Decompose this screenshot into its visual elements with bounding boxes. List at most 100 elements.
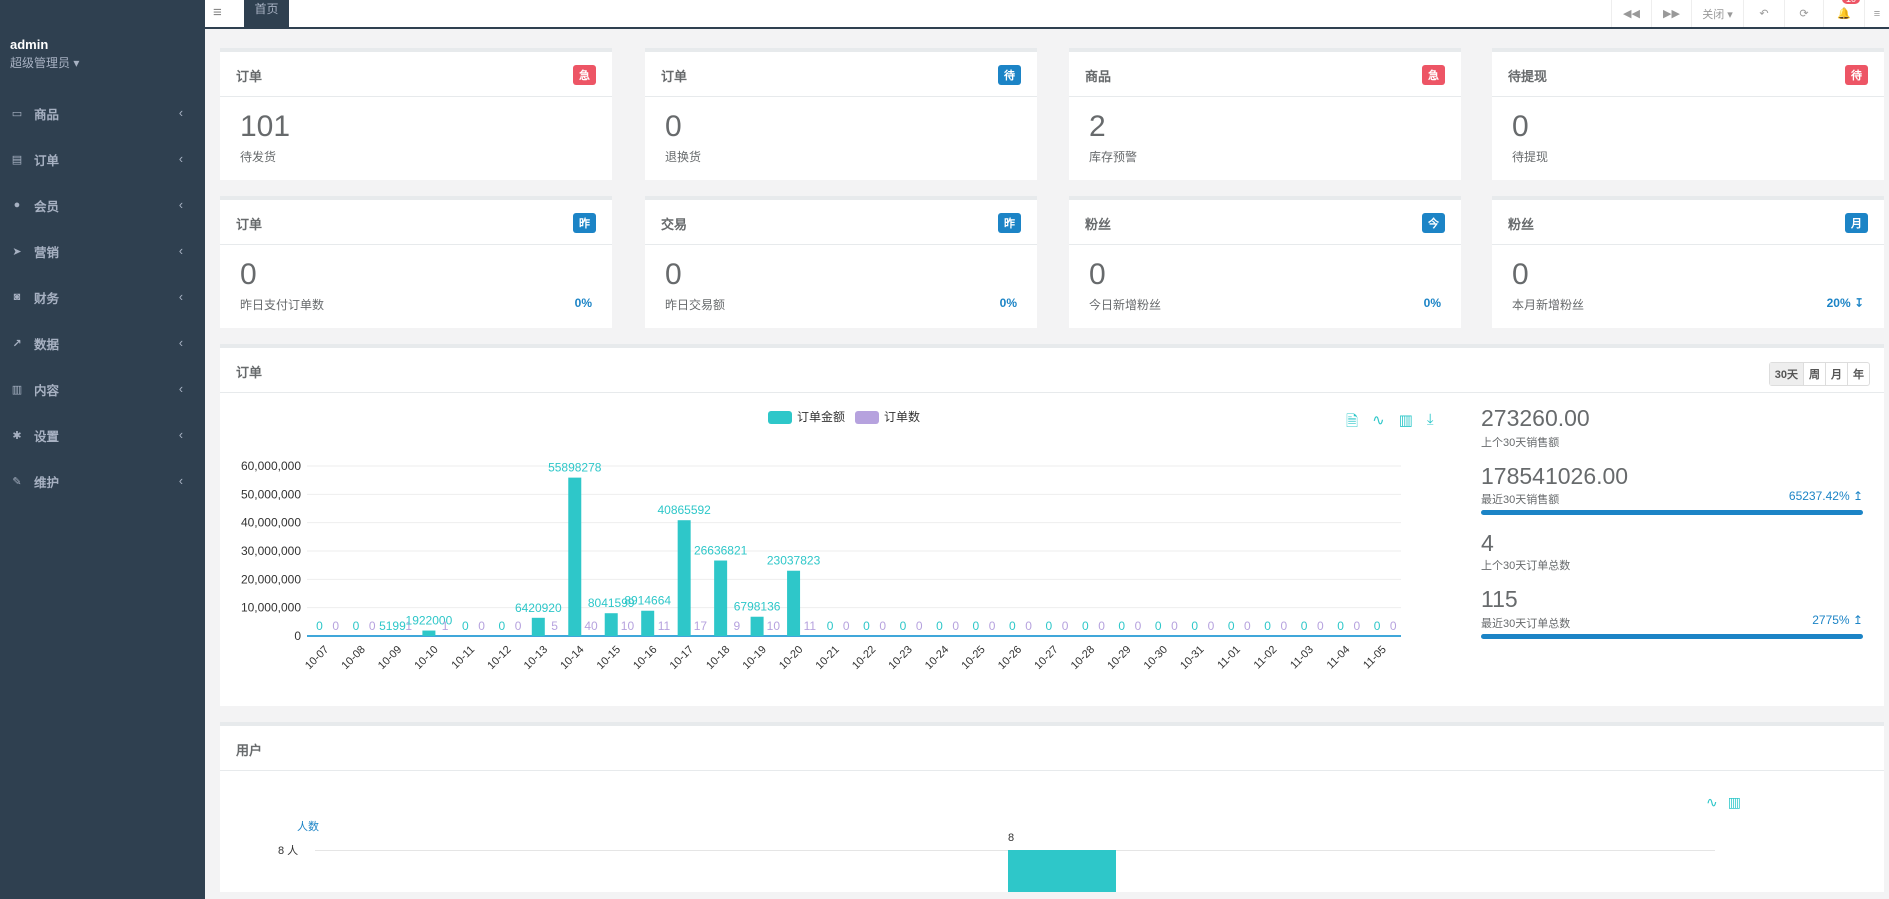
users-bar-chart-icon[interactable]: ▥	[1728, 794, 1741, 811]
prev-30d-sales: 273260.00	[1481, 405, 1590, 431]
x-tick-label: 10-12	[485, 644, 513, 672]
legend-count: 订单数	[884, 409, 920, 424]
amount-data-label: 0	[1082, 619, 1089, 633]
x-tick-label: 10-13	[522, 644, 550, 672]
count-data-label: 40	[584, 619, 598, 633]
recent-30d-orders: 115	[1481, 586, 1518, 612]
count-data-label: 0	[1208, 619, 1215, 633]
users-panel: 用户 人数 8 人 8 ∿ ▥	[220, 722, 1884, 892]
sales-growth-pct: 65237.42% ↥	[1788, 489, 1863, 503]
amount-bar	[604, 613, 618, 636]
y-tick-label: 20,000,000	[241, 572, 301, 586]
amount-data-label: 0	[1155, 619, 1162, 633]
amount-bar	[677, 520, 691, 636]
count-data-label: 10	[621, 619, 635, 633]
line-chart-toggle-icon[interactable]: ∿	[1372, 411, 1385, 436]
bar-chart-toggle-icon[interactable]: ▥	[1399, 411, 1413, 436]
x-tick-label: 10-08	[339, 644, 367, 672]
amount-data-label: 55898278	[548, 461, 602, 475]
x-tick-label: 10-19	[741, 644, 769, 672]
x-tick-label: 11-03	[1288, 644, 1316, 672]
count-data-label: 17	[694, 619, 708, 633]
count-data-label: 11	[804, 619, 817, 633]
count-data-label: 0	[332, 619, 339, 633]
amount-data-label: 0	[1374, 619, 1381, 633]
amount-data-label: 0	[316, 619, 323, 633]
count-data-label: 0	[1135, 619, 1142, 633]
legend-swatch-amount	[768, 411, 792, 424]
amount-data-label: 0	[1191, 619, 1198, 633]
y-tick-label: 40,000,000	[241, 516, 301, 530]
count-data-label: 0	[879, 619, 886, 633]
users-line-chart-icon[interactable]: ∿	[1706, 794, 1718, 811]
prev-30d-orders-label: 上个30天订单总数	[1481, 560, 1571, 572]
users-y-axis-label: 人数	[297, 821, 319, 833]
sales-progress-bar	[1481, 510, 1863, 515]
x-tick-label: 10-22	[850, 644, 878, 672]
prev-30d-sales-label: 上个30天销售额	[1481, 437, 1560, 449]
count-data-label: 0	[1353, 619, 1360, 633]
amount-data-label: 26636821	[694, 544, 748, 558]
count-data-label: 0	[843, 619, 850, 633]
count-data-label: 0	[952, 619, 959, 633]
x-tick-label: 11-01	[1215, 644, 1243, 672]
amount-data-label: 40865592	[657, 503, 711, 517]
amount-data-label: 6420920	[515, 601, 562, 615]
amount-data-label: 0	[863, 619, 870, 633]
amount-data-label: 0	[1301, 619, 1308, 633]
x-tick-label: 10-29	[1105, 644, 1133, 672]
recent-30d-sales: 178541026.00	[1481, 463, 1629, 489]
amount-data-label: 0	[827, 619, 834, 633]
count-data-label: 0	[916, 619, 923, 633]
x-tick-label: 10-17	[668, 644, 696, 672]
amount-bar	[750, 616, 764, 636]
amount-data-label: 0	[462, 619, 469, 633]
x-tick-label: 10-28	[1069, 644, 1097, 672]
amount-data-label: 0	[498, 619, 505, 633]
count-data-label: 5	[551, 619, 558, 633]
count-data-label: 0	[989, 619, 996, 633]
x-tick-label: 11-05	[1361, 644, 1389, 672]
x-tick-label: 10-20	[777, 644, 805, 672]
users-bar-label: 8	[1008, 832, 1015, 844]
y-tick-label: 30,000,000	[241, 544, 301, 558]
y-tick-label: 50,000,000	[241, 487, 301, 501]
y-tick-label: 60,000,000	[241, 459, 301, 473]
y-tick-label: 0	[294, 629, 301, 643]
count-data-label: 0	[1062, 619, 1069, 633]
count-data-label: 9	[734, 619, 741, 633]
x-tick-label: 10-18	[704, 644, 732, 672]
recent-30d-sales-label: 最近30天销售额	[1481, 494, 1560, 506]
data-view-icon[interactable]: 🗎	[1346, 411, 1358, 436]
count-data-label: 1	[442, 619, 449, 633]
count-data-label: 11	[658, 619, 671, 633]
amount-data-label: 5199	[379, 619, 406, 633]
orders-progress-bar	[1481, 634, 1863, 639]
legend-swatch-count	[855, 411, 879, 424]
amount-bar	[714, 560, 728, 636]
recent-30d-orders-label: 最近30天订单总数	[1481, 618, 1571, 630]
x-tick-label: 11-04	[1325, 644, 1353, 672]
amount-bar	[787, 570, 801, 636]
amount-bar	[641, 610, 655, 636]
amount-data-label: 0	[973, 619, 980, 633]
x-tick-label: 10-25	[959, 644, 987, 672]
save-image-icon[interactable]: ⤓	[1427, 411, 1434, 436]
amount-bar	[422, 630, 436, 636]
x-tick-label: 11-02	[1252, 644, 1280, 672]
prev-30d-orders: 4	[1481, 530, 1494, 556]
x-tick-label: 10-26	[996, 644, 1024, 672]
count-data-label: 0	[1098, 619, 1105, 633]
count-data-label: 0	[515, 619, 522, 633]
x-tick-label: 10-21	[814, 644, 842, 672]
amount-data-label: 0	[353, 619, 360, 633]
x-tick-label: 10-27	[1032, 644, 1060, 672]
amount-data-label: 0	[1228, 619, 1235, 633]
x-tick-label: 10-30	[1142, 644, 1170, 672]
users-panel-title: 用户	[236, 743, 263, 758]
amount-data-label: 6798136	[734, 600, 781, 614]
x-tick-label: 10-11	[449, 644, 477, 672]
count-data-label: 0	[478, 619, 485, 633]
count-data-label: 0	[1171, 619, 1178, 633]
count-data-label: 0	[1390, 619, 1397, 633]
